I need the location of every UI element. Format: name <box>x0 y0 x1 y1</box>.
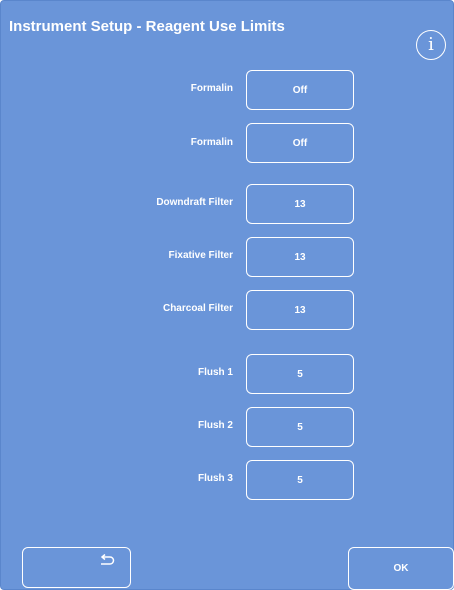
fixative-filter-field[interactable]: 13 <box>246 237 354 277</box>
ok-button[interactable]: OK <box>348 547 454 590</box>
downdraft-filter-field[interactable]: 13 <box>246 184 354 224</box>
row-label-formalin-1: Formalin <box>190 83 233 94</box>
row-label-flush-2: Flush 2 <box>197 420 233 431</box>
flush-3-field[interactable]: 5 <box>246 460 354 500</box>
formalin-1-field[interactable]: Off <box>246 70 354 110</box>
back-button[interactable] <box>22 547 131 588</box>
return-arrow-icon <box>100 554 115 565</box>
reagent-limits-screen: Instrument Setup - Reagent Use Limits i … <box>0 0 454 590</box>
row-label-flush-3: Flush 3 <box>197 473 233 484</box>
flush-1-field[interactable]: 5 <box>246 354 354 394</box>
flush-2-field[interactable]: 5 <box>246 407 354 447</box>
formalin-2-field[interactable]: Off <box>246 123 354 163</box>
row-label-fixative-filter: Fixative Filter <box>168 250 233 261</box>
page-title: Instrument Setup - Reagent Use Limits <box>9 18 285 35</box>
row-label-charcoal-filter: Charcoal Filter <box>162 303 233 314</box>
row-label-flush-1: Flush 1 <box>197 367 233 378</box>
row-label-downdraft-filter: Downdraft Filter <box>156 197 233 208</box>
info-circle-icon: i <box>428 34 434 55</box>
charcoal-filter-field[interactable]: 13 <box>246 290 354 330</box>
info-button[interactable]: i <box>416 30 446 60</box>
row-label-formalin-2: Formalin <box>190 137 233 148</box>
